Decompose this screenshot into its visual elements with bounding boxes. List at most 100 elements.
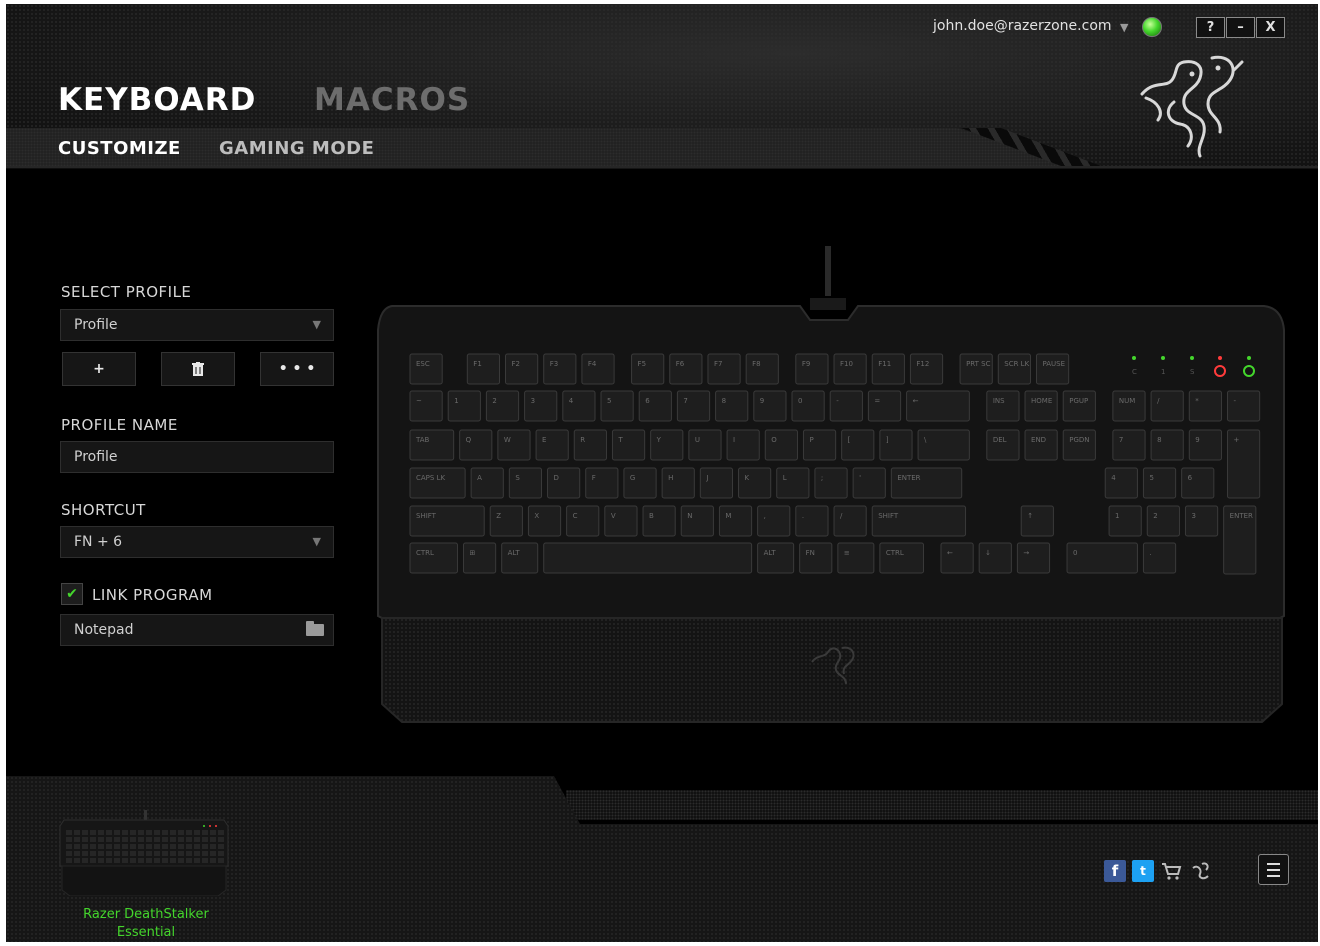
keyboard-key[interactable]: [409, 429, 455, 461]
keyboard-key[interactable]: [409, 505, 485, 537]
keyboard-key[interactable]: [585, 467, 619, 499]
keyboard-key[interactable]: [1142, 467, 1177, 499]
keyboard-key[interactable]: [600, 390, 634, 422]
keyboard-key[interactable]: [501, 542, 539, 574]
facebook-icon[interactable]: f: [1104, 860, 1126, 882]
keyboard-key[interactable]: [940, 542, 974, 574]
keyboard-key[interactable]: [1062, 429, 1096, 461]
profile-select[interactable]: Profile ▼: [60, 309, 334, 341]
keyboard-key[interactable]: [776, 467, 810, 499]
keyboard-key[interactable]: [459, 429, 493, 461]
keyboard-key[interactable]: [1035, 353, 1070, 385]
keyboard-key[interactable]: [799, 542, 833, 574]
device-thumbnail[interactable]: [58, 810, 230, 896]
keyboard-key[interactable]: [757, 542, 795, 574]
keyboard-key[interactable]: [791, 390, 825, 422]
keyboard-key[interactable]: [535, 429, 569, 461]
minimize-button[interactable]: –: [1226, 17, 1255, 38]
close-button[interactable]: X: [1256, 17, 1285, 38]
keyboard-key[interactable]: [726, 429, 760, 461]
keyboard-key[interactable]: [1150, 429, 1184, 461]
more-options-button[interactable]: • • •: [260, 352, 334, 386]
keyboard-key[interactable]: [738, 467, 772, 499]
keyboard-key[interactable]: [527, 505, 562, 537]
keyboard-key[interactable]: [1016, 542, 1051, 574]
keyboard-key[interactable]: [1104, 467, 1138, 499]
keyboard-key[interactable]: [524, 390, 558, 422]
keyboard-key[interactable]: [676, 390, 711, 422]
keyboard-key[interactable]: [688, 429, 722, 461]
keyboard-key[interactable]: [909, 353, 944, 385]
folder-icon[interactable]: [306, 621, 324, 636]
keyboard-key[interactable]: [669, 353, 703, 385]
keyboard-key[interactable]: [680, 505, 714, 537]
tab-macros[interactable]: MACROS: [314, 82, 470, 118]
keyboard-key[interactable]: [489, 505, 523, 537]
keyboard-key[interactable]: [611, 429, 646, 461]
keyboard-key[interactable]: [661, 467, 695, 499]
keyboard-key[interactable]: [795, 505, 829, 537]
keyboard-key[interactable]: [833, 353, 867, 385]
keyboard-key[interactable]: [1062, 390, 1096, 422]
keyboard-key[interactable]: [485, 390, 520, 422]
keyboard-key[interactable]: [650, 429, 684, 461]
keyboard-key[interactable]: [917, 429, 970, 461]
account-dropdown-icon[interactable]: ▼: [1120, 21, 1128, 34]
keyboard-key[interactable]: [409, 390, 443, 422]
keyboard-key[interactable]: [707, 353, 741, 385]
keyboard-key[interactable]: [986, 390, 1020, 422]
keyboard-key[interactable]: [543, 542, 753, 574]
keyboard-key[interactable]: [802, 429, 837, 461]
keyboard-key[interactable]: [409, 353, 443, 385]
keyboard-key[interactable]: [1142, 542, 1177, 574]
keyboard-key[interactable]: [508, 467, 543, 499]
keyboard-key[interactable]: [833, 505, 867, 537]
keyboard-key[interactable]: [447, 390, 481, 422]
keyboard-key[interactable]: [581, 353, 615, 385]
keyboard-key[interactable]: [466, 353, 501, 385]
keyboard-key[interactable]: [986, 429, 1020, 461]
keyboard-key[interactable]: [718, 505, 753, 537]
keyboard-key[interactable]: [757, 505, 791, 537]
keyboard-key[interactable]: [497, 429, 531, 461]
keyboard-key[interactable]: [1024, 390, 1058, 422]
keyboard-key[interactable]: [890, 467, 963, 499]
keyboard-key[interactable]: [1150, 390, 1184, 422]
keyboard-key[interactable]: [1020, 505, 1054, 537]
shortcut-select[interactable]: FN + 6 ▼: [60, 526, 334, 558]
keyboard-key[interactable]: [1066, 542, 1138, 574]
twitter-icon[interactable]: t: [1132, 860, 1154, 882]
keyboard-key[interactable]: [562, 390, 596, 422]
keyboard-key[interactable]: [871, 353, 905, 385]
keyboard-key[interactable]: [1181, 467, 1215, 499]
keyboard-key[interactable]: [1108, 505, 1142, 537]
keyboard-key[interactable]: [871, 505, 967, 537]
keyboard-key[interactable]: [978, 542, 1012, 574]
link-program-input[interactable]: Notepad: [60, 614, 334, 646]
tab-gaming-mode[interactable]: GAMING MODE: [219, 138, 374, 159]
tab-keyboard[interactable]: KEYBOARD: [58, 82, 256, 118]
keyboard-key[interactable]: [470, 467, 504, 499]
keyboard-key[interactable]: [638, 390, 672, 422]
keyboard-key[interactable]: [462, 542, 497, 574]
keyboard-key[interactable]: [1188, 390, 1222, 422]
keyboard-key[interactable]: [1188, 429, 1222, 461]
keyboard-key[interactable]: [841, 429, 875, 461]
keyboard-key[interactable]: [409, 467, 466, 499]
account-email[interactable]: john.doe@razerzone.com: [933, 18, 1112, 34]
keyboard-key[interactable]: [623, 467, 657, 499]
keyboard-key[interactable]: [631, 353, 665, 385]
keyboard-key[interactable]: [795, 353, 829, 385]
keyboard-key[interactable]: [1112, 390, 1146, 422]
keyboard-key[interactable]: [959, 353, 993, 385]
keyboard-key[interactable]: [764, 429, 798, 461]
keyboard-key[interactable]: [1226, 429, 1261, 499]
menu-button[interactable]: [1258, 854, 1289, 885]
keyboard-key[interactable]: [604, 505, 638, 537]
help-button[interactable]: ?: [1196, 17, 1225, 38]
add-profile-button[interactable]: +: [62, 352, 136, 386]
keyboard-key[interactable]: [505, 353, 539, 385]
keyboard-key[interactable]: [573, 429, 607, 461]
delete-profile-button[interactable]: [161, 352, 235, 386]
keyboard-key[interactable]: [1184, 505, 1219, 537]
